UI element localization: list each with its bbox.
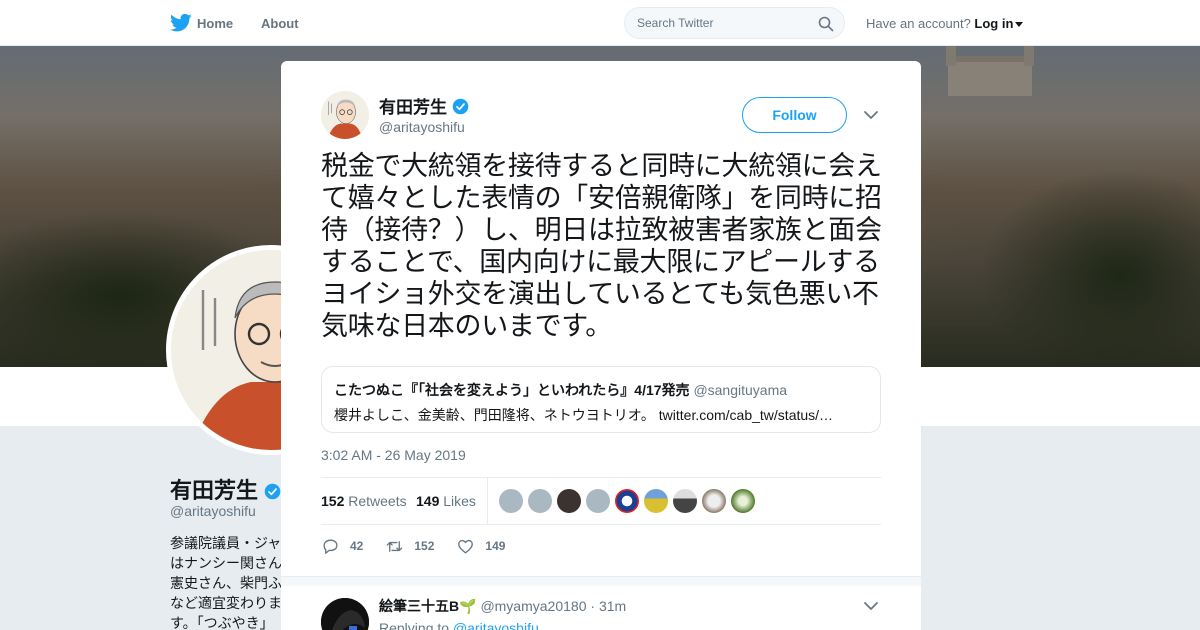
liker-avatar[interactable] <box>586 489 610 513</box>
liker-avatar[interactable] <box>702 489 726 513</box>
likes-stat[interactable]: 149 Likes <box>416 493 476 509</box>
reply-author-name[interactable]: 絵筆三十五B🌱 <box>379 598 477 614</box>
quoted-tweet-header: こたつぬこ『「社会を変えよう」といわれたら』4/17発売 @sangituyam… <box>334 380 868 400</box>
tweet-author-name[interactable]: 有田芳生 <box>379 93 469 118</box>
verified-badge-icon <box>452 98 469 115</box>
author-avatar-illustration <box>321 91 369 139</box>
replies-divider <box>281 576 921 586</box>
replying-to-mention[interactable]: @aritayoshifu <box>453 620 539 630</box>
tweet-modal: 有田芳生 @aritayoshifu Follow 税金で大統領を接待すると同時… <box>281 61 921 630</box>
replying-to-label: Replying to <box>379 620 450 630</box>
liker-avatar[interactable] <box>673 489 697 513</box>
chevron-down-icon[interactable] <box>1015 22 1024 28</box>
search-icon[interactable] <box>818 16 834 32</box>
liker-avatar[interactable] <box>528 489 552 513</box>
reply-author-avatar[interactable] <box>321 598 369 630</box>
tweet-author-avatar[interactable] <box>321 91 369 139</box>
reply-header: 絵筆三十五B🌱 @myamya20180 · 31m <box>379 596 626 616</box>
profile-name-text: 有田芳生 <box>170 478 259 503</box>
reply-count: 42 <box>350 539 364 553</box>
reply-time[interactable]: 31m <box>599 598 626 614</box>
retweet-icon <box>387 540 403 552</box>
reply-action[interactable]: 42 <box>321 537 363 556</box>
stats-divider <box>487 478 488 525</box>
retweets-stat[interactable]: 152 Retweets <box>321 493 407 509</box>
quoted-tweet-card[interactable]: こたつぬこ『「社会を変えよう」といわれたら』4/17発売 @sangituyam… <box>321 366 881 433</box>
chevron-down-icon[interactable] <box>863 108 879 122</box>
retweets-count: 152 <box>321 493 345 509</box>
reply-avatar-illustration <box>321 598 369 630</box>
tweet-timestamp[interactable]: 3:02 AM - 26 May 2019 <box>321 447 466 463</box>
liker-avatar[interactable] <box>731 489 755 513</box>
liker-avatar[interactable] <box>644 489 668 513</box>
close-icon[interactable] <box>1154 12 1178 36</box>
quoted-author-handle: @sangituyama <box>693 382 788 398</box>
liker-avatar[interactable] <box>615 489 639 513</box>
like-action[interactable]: 149 <box>456 537 505 556</box>
profile-bio: 参議院議員・ジャ はナンシー関さん 憲史さん、柴門ふ など適宜変わりま す。「つ… <box>170 535 282 630</box>
search-placeholder: Search Twitter <box>637 16 714 30</box>
tweet-stats: 152 Retweets 149 Likes <box>321 477 881 525</box>
reply-separator: · <box>590 598 596 614</box>
chevron-down-icon[interactable] <box>863 599 879 613</box>
retweets-label: Retweets <box>348 493 407 509</box>
likes-label: Likes <box>443 493 476 509</box>
heart-icon <box>458 539 474 554</box>
nav-home-link[interactable]: Home <box>197 0 233 46</box>
account-area: Have an account? Log in <box>866 16 1024 31</box>
top-navigation-bar: Home About Search Twitter Have an accoun… <box>0 0 1200 46</box>
profile-handle: @aritayoshifu <box>170 503 256 519</box>
reply-icon <box>323 538 338 554</box>
liker-avatars <box>499 489 760 513</box>
retweet-action[interactable]: 152 <box>385 537 434 556</box>
tweet-actions: 42 152 149 <box>321 535 527 557</box>
twitter-bird-icon[interactable] <box>170 13 192 33</box>
retweet-count: 152 <box>414 539 435 553</box>
follow-button[interactable]: Follow <box>742 97 847 133</box>
login-link[interactable]: Log in <box>974 16 1013 31</box>
likes-count: 149 <box>416 493 440 509</box>
tweet-author-handle[interactable]: @aritayoshifu <box>379 119 465 135</box>
quoted-author-name: こたつぬこ『「社会を変えよう」といわれたら』4/17発売 <box>334 382 690 398</box>
like-count: 149 <box>485 539 506 553</box>
profile-name: 有田芳生 <box>170 473 281 505</box>
liker-avatar[interactable] <box>499 489 523 513</box>
quoted-tweet-text: 櫻井よしこ、金美齢、門田隆将、ネトウヨトリオ。 twitter.com/cab_… <box>334 407 834 423</box>
tweet-text: 税金で大統領を接待すると同時に大統領に会えて嬉々とした表情の「安倍親衛隊」を同時… <box>321 151 882 342</box>
reply-author-handle[interactable]: @myamya20180 <box>480 598 586 614</box>
tweet-author-name-text: 有田芳生 <box>379 98 447 117</box>
replying-to-line: Replying to @aritayoshifu <box>379 620 539 630</box>
account-prompt: Have an account? <box>866 16 971 31</box>
nav-about-link[interactable]: About <box>261 0 299 46</box>
search-input[interactable]: Search Twitter <box>624 7 845 39</box>
liker-avatar[interactable] <box>557 489 581 513</box>
verified-badge-icon <box>264 483 281 500</box>
